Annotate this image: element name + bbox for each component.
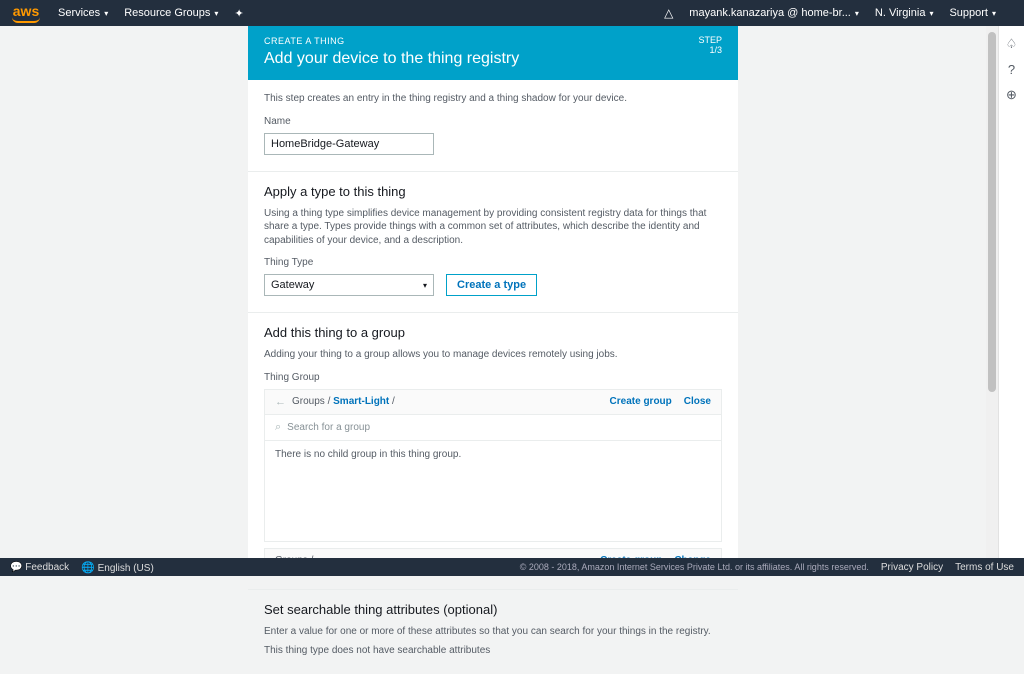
nav-resource-groups-label: Resource Groups	[124, 7, 210, 19]
back-arrow-icon[interactable]: ←	[275, 396, 286, 408]
help-icon[interactable]: ?	[1008, 62, 1015, 77]
nav-region-label: N. Virginia	[875, 7, 926, 19]
group-empty-message: There is no child group in this thing gr…	[275, 449, 461, 460]
intro-desc: This step creates an entry in the thing …	[264, 92, 722, 106]
wizard-kicker: CREATE A THING	[264, 36, 722, 46]
close-group-link[interactable]: Close	[684, 396, 711, 407]
nav-resource-groups[interactable]: Resource Groups ▾	[124, 7, 218, 19]
group-breadcrumb: Groups / Smart-Light /	[292, 396, 395, 407]
create-type-label: Create a type	[457, 279, 526, 291]
group-browser-body: There is no child group in this thing gr…	[265, 441, 721, 541]
section-group: Add this thing to a group Adding your th…	[248, 313, 738, 590]
nav-account[interactable]: mayank.kanazariya @ home-br... ▾	[689, 7, 859, 19]
wizard-step: STEP 1/3	[698, 36, 722, 56]
create-type-button[interactable]: Create a type	[446, 274, 537, 296]
chevron-down-icon: ▾	[423, 281, 427, 290]
wizard-step-num: 1/3	[698, 46, 722, 56]
chevron-down-icon: ▾	[855, 9, 859, 18]
group-crumb-root[interactable]: Groups	[292, 396, 325, 407]
aws-logo-smile	[12, 17, 40, 23]
page-body: CREATE A THING Add your device to the th…	[0, 26, 986, 558]
thing-type-value: Gateway	[271, 279, 314, 291]
scrollbar-thumb[interactable]	[988, 32, 996, 392]
group-crumb-current[interactable]: Smart-Light	[333, 396, 389, 407]
feedback-link[interactable]: 💬 Feedback	[10, 562, 69, 573]
name-label: Name	[264, 116, 722, 127]
aws-logo-text: aws	[13, 4, 39, 18]
footer-bar: 💬 Feedback 🌐 English (US) © 2008 - 2018,…	[0, 558, 1024, 576]
attrs-note: This thing type does not have searchable…	[264, 644, 722, 658]
chevron-down-icon: ▾	[929, 9, 933, 18]
type-label: Thing Type	[264, 257, 722, 268]
scrollbar[interactable]	[986, 26, 998, 558]
thing-type-select[interactable]: Gateway ▾	[264, 274, 434, 296]
notifications-icon[interactable]: △	[664, 6, 673, 20]
chevron-down-icon: ▾	[992, 9, 996, 18]
chevron-down-icon: ▾	[104, 9, 108, 18]
nav-support-label: Support	[949, 7, 988, 19]
right-icon-rail: ♤ ? ⊕	[998, 26, 1024, 558]
attrs-desc: Enter a value for one or more of these a…	[264, 625, 722, 639]
language-selector[interactable]: 🌐 English (US)	[81, 561, 154, 574]
type-heading: Apply a type to this thing	[264, 184, 722, 199]
attrs-heading: Set searchable thing attributes (optiona…	[264, 602, 722, 617]
aws-logo[interactable]: aws	[12, 4, 40, 23]
wizard-banner: CREATE A THING Add your device to the th…	[248, 26, 738, 80]
nav-region[interactable]: N. Virginia ▾	[875, 7, 934, 19]
group-label: Thing Group	[264, 372, 722, 383]
nav-services-label: Services	[58, 7, 100, 19]
settings-icon[interactable]: ⊕	[1006, 87, 1017, 103]
chevron-down-icon: ▾	[214, 9, 218, 18]
nav-support[interactable]: Support ▾	[949, 7, 996, 19]
top-nav: aws Services ▾ Resource Groups ▾ ✦ △ may…	[0, 0, 1024, 26]
section-name: This step creates an entry in the thing …	[248, 80, 738, 172]
search-icon: ⌕	[275, 421, 281, 434]
pin-icon[interactable]: ✦	[234, 7, 243, 20]
wizard-title: Add your device to the thing registry	[264, 50, 722, 68]
footer-copyright: © 2008 - 2018, Amazon Internet Services …	[520, 562, 869, 572]
group-browser: ← Groups / Smart-Light / Create group Cl…	[264, 389, 722, 542]
bell-icon[interactable]: ♤	[1006, 36, 1018, 52]
group-search[interactable]: ⌕ Search for a group	[265, 415, 721, 441]
nav-services[interactable]: Services ▾	[58, 7, 108, 19]
group-heading: Add this thing to a group	[264, 325, 722, 340]
privacy-link[interactable]: Privacy Policy	[881, 562, 943, 573]
section-type: Apply a type to this thing Using a thing…	[248, 172, 738, 314]
type-desc: Using a thing type simplifies device man…	[264, 207, 722, 248]
create-group-link[interactable]: Create group	[610, 396, 672, 407]
group-search-placeholder: Search for a group	[287, 422, 370, 433]
wizard-card: CREATE A THING Add your device to the th…	[248, 26, 738, 558]
group-desc: Adding your thing to a group allows you …	[264, 348, 722, 362]
nav-account-label: mayank.kanazariya @ home-br...	[689, 7, 851, 19]
name-input[interactable]	[264, 133, 434, 155]
section-attributes: Set searchable thing attributes (optiona…	[248, 590, 738, 674]
group-browser-header: ← Groups / Smart-Light / Create group Cl…	[265, 390, 721, 415]
terms-link[interactable]: Terms of Use	[955, 562, 1014, 573]
